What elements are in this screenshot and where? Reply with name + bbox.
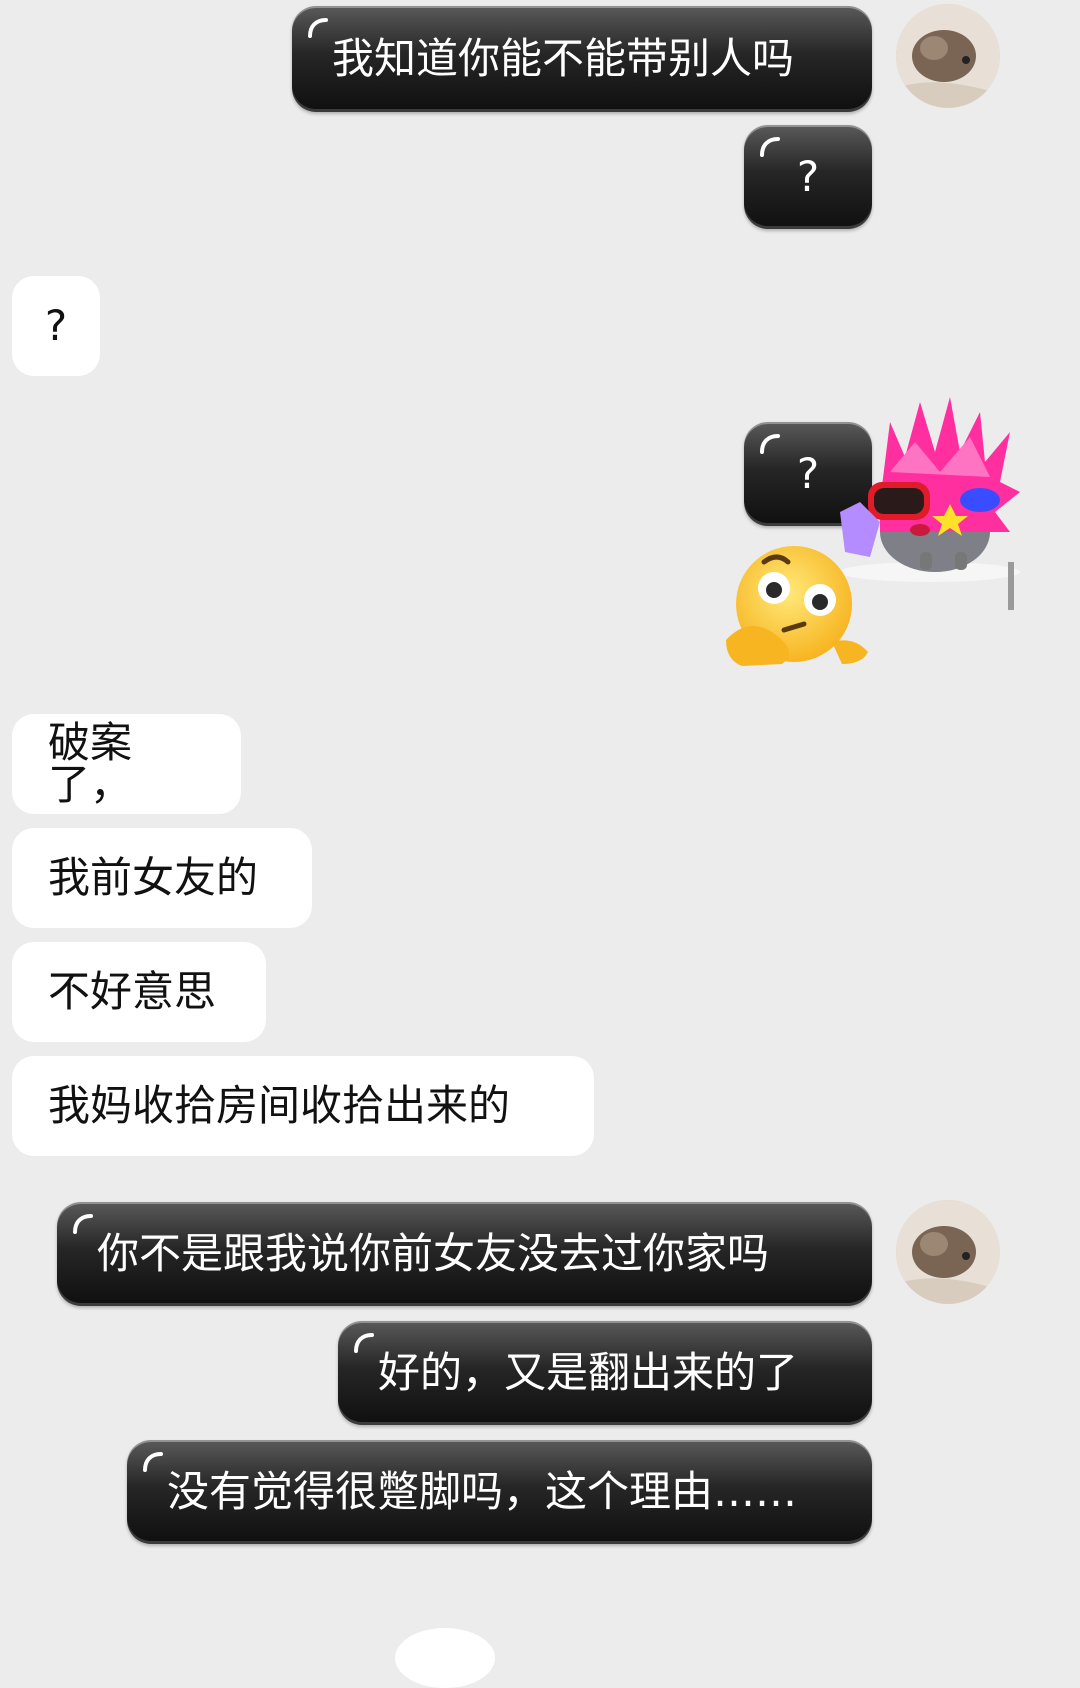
message-text: 我知道你能不能带别人吗 (332, 34, 795, 83)
message-text: 好的，又是翻出来的了 (378, 1348, 799, 1397)
message-text: 破案了， (48, 718, 133, 809)
outgoing-message-bubble[interactable]: ? (744, 125, 872, 229)
message-text: 没有觉得很蹩脚吗，这个理由…… (167, 1467, 798, 1516)
user-avatar[interactable] (896, 1200, 1000, 1304)
bubble-gloss-icon (354, 1333, 374, 1353)
message-text: ? (796, 152, 820, 201)
user-avatar[interactable] (896, 4, 1000, 108)
outgoing-message-bubble[interactable]: 你不是跟我说你前女友没去过你家吗 (57, 1202, 872, 1306)
incoming-message-bubble[interactable]: ? (12, 276, 100, 376)
bubble-gloss-icon (760, 434, 780, 454)
message-text: ? (44, 301, 68, 350)
incoming-message-bubble[interactable]: 我妈收拾房间收拾出来的 (12, 1056, 594, 1156)
thinking-face-sticker (726, 546, 868, 666)
message-text: 我前女友的 (48, 853, 259, 902)
bubble-gloss-icon (143, 1452, 163, 1472)
message-text: ? (796, 449, 820, 498)
message-text: 我妈收拾房间收拾出来的 (48, 1081, 511, 1130)
bubble-gloss-icon (73, 1214, 93, 1234)
incoming-message-bubble[interactable]: 不好意思 (12, 942, 266, 1042)
incoming-message-bubble[interactable]: 我前女友的 (12, 828, 312, 928)
outgoing-message-bubble[interactable]: 没有觉得很蹩脚吗，这个理由…… (127, 1440, 872, 1544)
message-text: 不好意思 (48, 967, 217, 1016)
scroll-indicator (395, 1628, 495, 1688)
incoming-message-bubble[interactable]: 破案了， (12, 714, 241, 814)
outgoing-message-bubble[interactable]: 我知道你能不能带别人吗 (292, 6, 872, 112)
bubble-gloss-icon (760, 137, 780, 157)
message-text: 你不是跟我说你前女友没去过你家吗 (97, 1229, 770, 1278)
bubble-gloss-icon (308, 18, 328, 38)
outgoing-message-bubble[interactable]: 好的，又是翻出来的了 (338, 1321, 872, 1425)
